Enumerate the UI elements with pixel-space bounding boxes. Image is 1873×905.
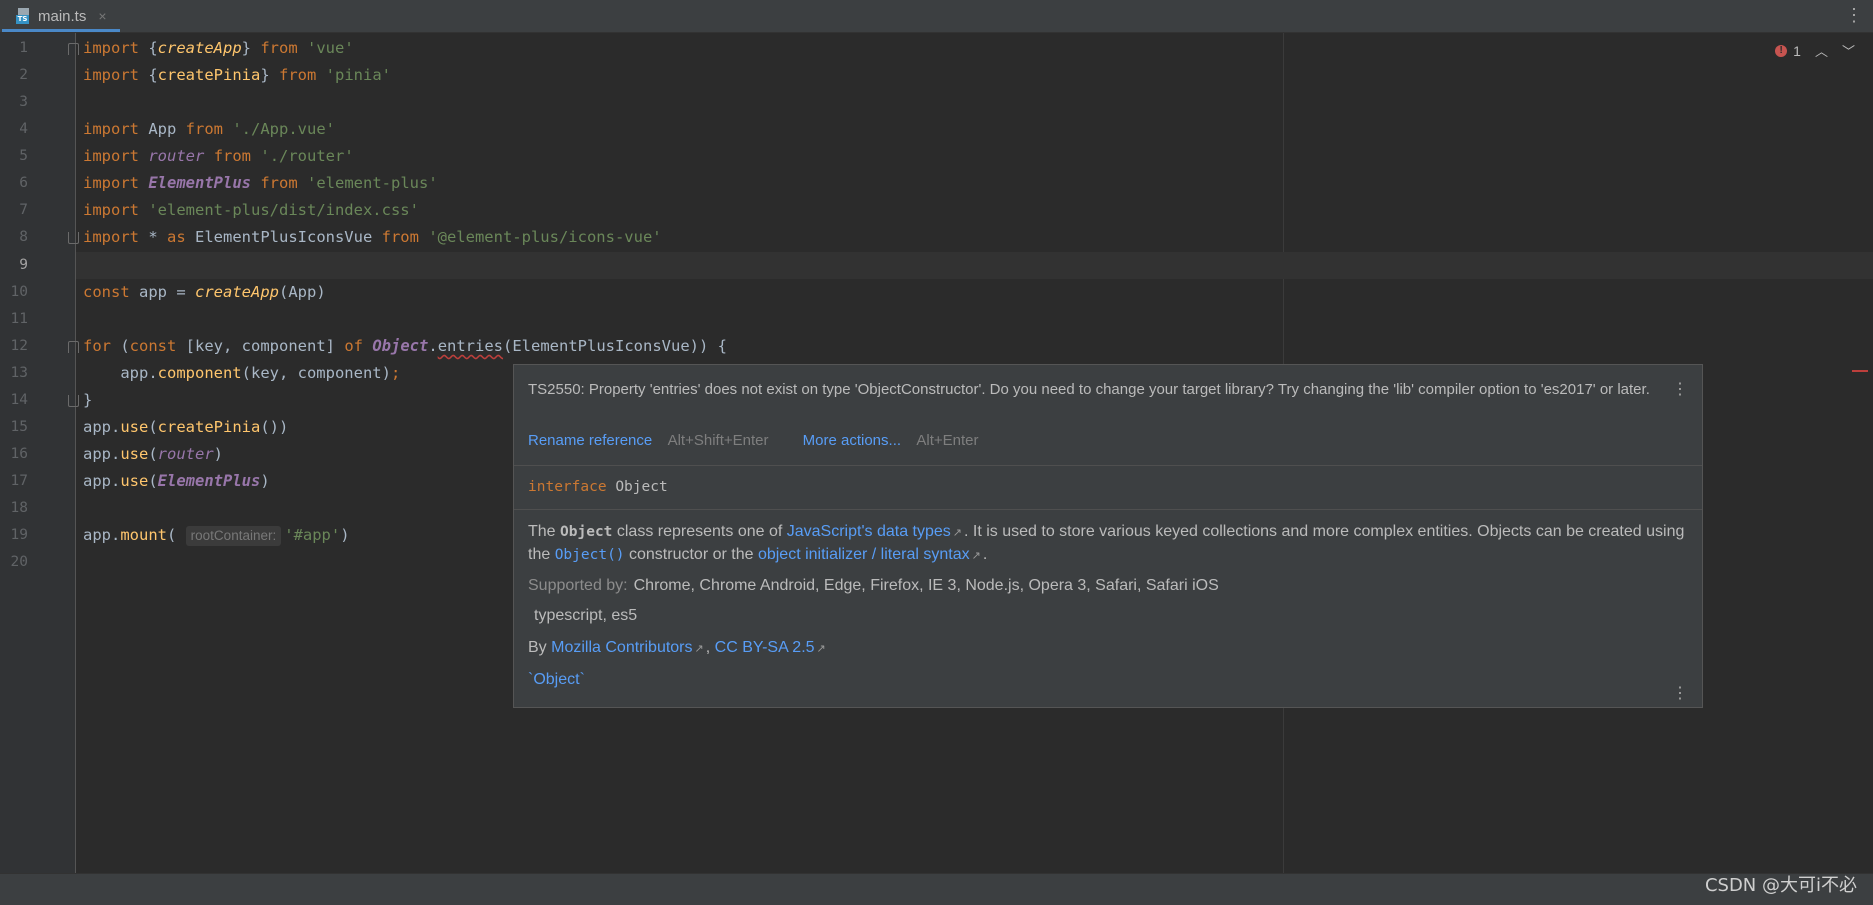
error-documentation-popup[interactable]: TS2550: Property 'entries' does not exis… bbox=[513, 364, 1703, 708]
fold-marker-icon[interactable] bbox=[68, 43, 79, 55]
quick-actions: Rename reference Alt+Shift+Enter More ac… bbox=[528, 432, 991, 449]
code-line: 10 const app = createApp(App) bbox=[10, 283, 326, 301]
code-line: 6 import ElementPlus from 'element-plus' bbox=[19, 174, 438, 192]
data-types-link[interactable]: JavaScript's data types bbox=[787, 523, 951, 540]
type-signature: interface Object bbox=[528, 479, 668, 495]
error-message: TS2550: Property 'entries' does not exis… bbox=[528, 381, 1650, 398]
fold-end-marker-icon[interactable] bbox=[68, 395, 79, 407]
external-link-icon: ↗ bbox=[971, 550, 981, 562]
code-line: 7 import 'element-plus/dist/index.css' bbox=[19, 201, 419, 219]
divider bbox=[514, 465, 1702, 466]
attribution: By Mozilla Contributors ↗, CC BY-SA 2.5 ↗ bbox=[528, 639, 826, 656]
active-tab-indicator bbox=[2, 29, 120, 32]
fold-marker-icon[interactable] bbox=[68, 341, 79, 353]
code-line: 4 import App from './App.vue' bbox=[19, 120, 335, 138]
typescript-file-icon: TS bbox=[16, 8, 32, 24]
close-icon[interactable]: × bbox=[98, 8, 106, 24]
external-link-icon: ↗ bbox=[952, 527, 962, 539]
supported-by: Supported by: Chrome, Chrome Android, Edg… bbox=[528, 577, 1219, 594]
popup-more-icon[interactable]: ⋮ bbox=[1672, 379, 1688, 399]
code-line: 8 import * as ElementPlusIconsVue from '@… bbox=[19, 228, 662, 246]
more-actions-link[interactable]: More actions... bbox=[803, 432, 901, 449]
code-line: 12 for (const [key, component] of Object.… bbox=[10, 337, 727, 355]
license-link[interactable]: CC BY-SA 2.5 bbox=[715, 639, 815, 656]
divider bbox=[514, 509, 1702, 510]
watermark: CSDN @大可i不必 bbox=[1704, 875, 1857, 896]
status-bar bbox=[0, 873, 1873, 905]
code-line: 1 import {createApp} from 'vue' bbox=[19, 39, 354, 57]
mozilla-contributors-link[interactable]: Mozilla Contributors bbox=[551, 639, 692, 656]
fold-end-marker-icon[interactable] bbox=[68, 232, 79, 244]
code-line-current: 9 bbox=[19, 257, 28, 273]
code-line: 5 import router from './router' bbox=[19, 147, 354, 165]
popup-more-icon-bottom[interactable]: ⋮ bbox=[1672, 683, 1688, 703]
external-link-icon: ↗ bbox=[816, 643, 826, 655]
more-actions-shortcut: Alt+Enter bbox=[916, 432, 979, 449]
object-initializer-link[interactable]: object initializer / literal syntax bbox=[758, 546, 970, 563]
editor-tab-bar: TS main.ts × ⋮ bbox=[0, 0, 1873, 33]
object-constructor-link[interactable]: Object() bbox=[555, 547, 625, 563]
code-line: 2 import {createPinia} from 'pinia' bbox=[19, 66, 391, 84]
external-link-icon: ↗ bbox=[694, 643, 704, 655]
rename-reference-link[interactable]: Rename reference bbox=[528, 432, 652, 449]
code-line: 3 bbox=[19, 94, 28, 110]
tab-main-ts[interactable]: TS main.ts × bbox=[2, 0, 120, 32]
supported-extra: typescript, es5 bbox=[534, 607, 638, 624]
documentation-text: The Object class represents one of JavaS… bbox=[528, 523, 1685, 563]
more-options-icon[interactable]: ⋮ bbox=[1845, 6, 1863, 24]
parameter-hint: rootContainer: bbox=[185, 526, 282, 546]
object-reference-link[interactable]: `Object` bbox=[528, 671, 585, 689]
rename-shortcut: Alt+Shift+Enter bbox=[667, 432, 769, 449]
code-line: 11 bbox=[10, 311, 28, 327]
tab-label: main.ts bbox=[38, 7, 87, 25]
